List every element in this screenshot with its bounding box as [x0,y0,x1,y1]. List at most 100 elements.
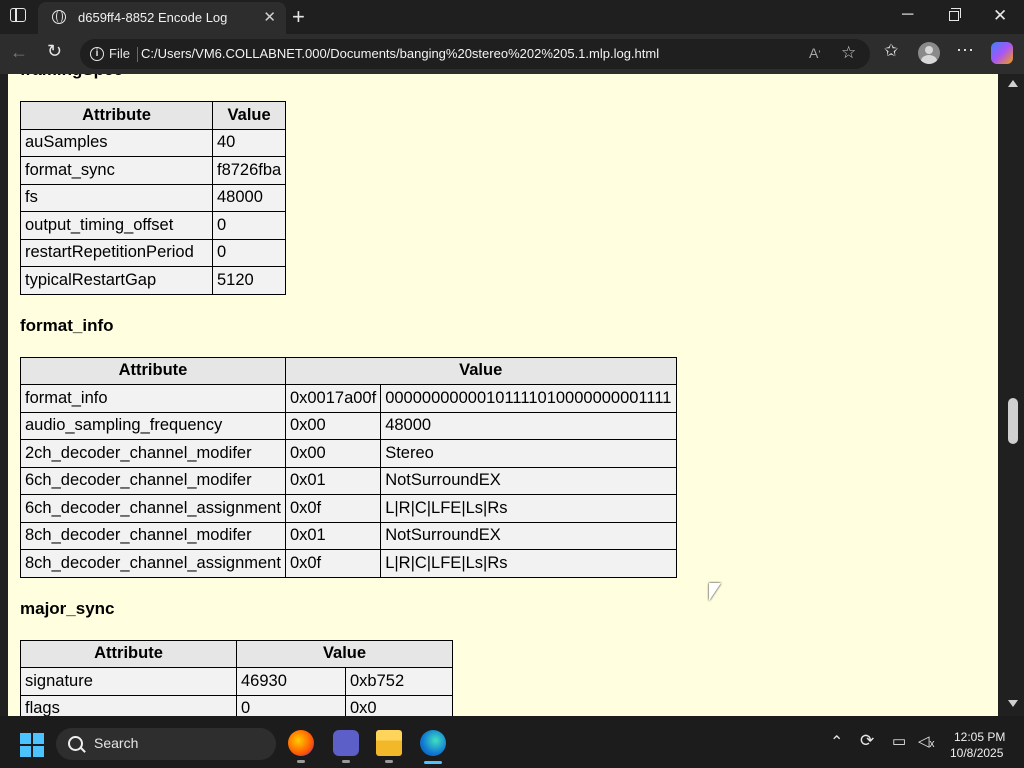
active-app-indicator [424,761,442,764]
attribute-cell: 6ch_decoder_channel_modifer [20,466,286,495]
file-explorer-icon[interactable] [376,730,402,756]
add-favorite-star-icon[interactable]: ☆ [841,43,856,63]
attribute-cell: signature [20,667,237,696]
hex-value-cell: 0x0017a00f [284,384,382,413]
hex-value-cell: 0x00 [284,411,382,440]
vertical-scrollbar[interactable] [1002,74,1024,716]
decoded-value-cell: NotSurroundEX [380,521,677,550]
globe-icon [52,10,66,24]
hex-value-cell: 0xb752 [345,667,453,696]
table-header-row: Attribute Value [20,356,677,385]
hex-value-cell: 0x00 [284,439,382,468]
section-heading-major-sync: major_sync [20,598,115,618]
teams-icon[interactable] [333,730,359,756]
volume-muted-icon[interactable]: ◁ₓ [918,732,934,750]
network-icon[interactable]: ▭ [892,732,906,750]
column-header-attribute: Attribute [20,356,286,385]
clock-time[interactable]: 12:05 PM [954,730,1005,744]
file-scheme-label: File [109,46,130,61]
attribute-cell: typicalRestartGap [20,266,213,295]
hex-value-cell: 0x0f [284,549,382,578]
table-header-row: Attribute Value [20,101,287,130]
sidebar-toggle-icon[interactable] [10,8,26,22]
table-row: audio_sampling_frequency 0x00 48000 [20,411,677,440]
more-menu-icon[interactable]: ⋯ [956,40,975,61]
sync-icon[interactable]: ⟳ [860,731,874,751]
decoded-value-cell: 48000 [380,411,677,440]
address-bar[interactable]: i File C:/Users/VM6.COLLABNET.000/Docume… [80,39,870,69]
tab-title: d659ff4-8852 Encode Log [78,10,228,25]
value-cell: 0 [211,211,287,240]
decimal-value-cell: 46930 [236,667,346,696]
close-window-icon[interactable]: ✕ [993,6,1007,26]
column-header-value: Value [236,639,453,668]
new-tab-icon[interactable]: + [292,4,305,30]
search-placeholder: Search [94,735,139,751]
attribute-cell: 8ch_decoder_channel_modifer [20,521,286,550]
read-aloud-icon[interactable]: Aʼ [809,45,821,61]
attribute-cell: flags [20,694,237,716]
table-row: flags 0 0x0 [20,694,453,716]
table-row: typicalRestartGap 5120 [20,266,287,295]
minimize-icon[interactable]: ─ [902,6,913,24]
table-header-row: Attribute Value [20,639,453,668]
value-cell: 48000 [211,183,287,212]
close-tab-icon[interactable]: ✕ [263,8,276,26]
attribute-cell: audio_sampling_frequency [20,411,286,440]
chevron-up-icon[interactable]: ⌃ [830,732,843,752]
attribute-cell: 6ch_decoder_channel_assignment [20,494,286,523]
table-row: 2ch_decoder_channel_modifer 0x00 Stereo [20,439,677,468]
firefox-icon[interactable] [288,730,314,756]
table-row: 6ch_decoder_channel_assignment 0x0f L|R|C|… [20,494,677,523]
browser-toolbar: ← ↻ i File C:/Users/VM6.COLLABNET.000/Do… [0,34,1024,74]
attribute-cell: fs [20,183,213,212]
scrollbar-thumb[interactable] [1008,398,1018,444]
value-cell: 0 [211,238,287,267]
table-row: output_timing_offset 0 [20,211,287,240]
attribute-cell: restartRepetitionPeriod [20,238,213,267]
scroll-up-arrow-icon[interactable] [1008,80,1018,87]
restore-icon[interactable] [949,8,961,21]
search-icon [68,736,83,751]
attribute-cell: format_sync [20,156,213,185]
taskbar: Search ⌃ ⟳ ▭ ◁ₓ 12:05 PM 10/8/2025 [0,716,1024,768]
table-row: 8ch_decoder_channel_modifer 0x01 NotSurrou… [20,521,677,550]
log-document: framingSpec Attribute Value auSamples40 … [20,74,677,716]
favorites-icon[interactable]: ✩ [884,41,898,61]
decoded-value-cell: NotSurroundEX [380,466,677,495]
address-divider [137,47,138,62]
clock-date[interactable]: 10/8/2025 [950,746,1003,760]
table-row: restartRepetitionPeriod 0 [20,238,287,267]
hex-value-cell: 0x01 [284,466,382,495]
tab-encode-log[interactable]: d659ff4-8852 Encode Log ✕ [38,2,286,34]
table-row: auSamples 40 [20,128,287,157]
column-header-value: Value [284,356,677,385]
table-row: format_sync f8726fba [20,156,287,185]
running-indicator [297,760,305,763]
edge-icon[interactable] [420,730,446,756]
section-heading-framingspec: framingSpec [20,74,677,80]
reload-icon[interactable]: ↻ [47,41,62,62]
table-row: format_info 0x0017a00f 0000000000010111101… [20,384,677,413]
attribute-cell: format_info [20,384,286,413]
column-header-value: Value [211,101,287,130]
windows-start-icon[interactable] [20,733,44,757]
url-text[interactable]: C:/Users/VM6.COLLABNET.000/Documents/ban… [141,46,659,61]
table-row: 6ch_decoder_channel_modifer 0x01 NotSurrou… [20,466,677,495]
log-page: framingSpec Attribute Value auSamples40 … [8,74,998,716]
column-header-attribute: Attribute [20,101,213,130]
value-cell: f8726fba [211,156,287,185]
running-indicator [342,760,350,763]
copilot-icon[interactable] [991,42,1013,64]
taskbar-search-box[interactable]: Search [56,728,276,760]
major-sync-table: Attribute Value signature 46930 0xb752 fla… [20,639,453,716]
decoded-value-cell: 00000000000101111010000000001111 [380,384,677,413]
column-header-attribute: Attribute [20,639,237,668]
back-arrow-icon[interactable]: ← [10,42,28,63]
info-icon[interactable]: i [90,47,104,61]
scroll-down-arrow-icon[interactable] [1008,700,1018,707]
mouse-cursor-icon [709,583,721,601]
title-bar: d659ff4-8852 Encode Log ✕ + ─ ✕ [0,0,1024,34]
profile-avatar[interactable] [918,42,940,64]
framingspec-table: Attribute Value auSamples 40 format_sync f… [20,101,287,295]
